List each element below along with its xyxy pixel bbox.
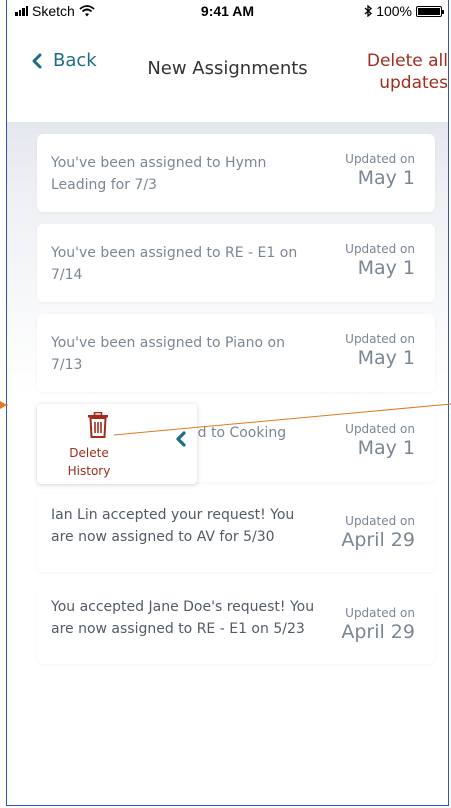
assignment-date: Updated on May 1: [345, 152, 415, 190]
phone-frame: Sketch 9:41 AM 100% Back New Assignments…: [6, 0, 449, 806]
updated-label: Updated on: [345, 514, 415, 528]
delete-history-line2: History: [67, 464, 111, 478]
delete-all-line2: updates: [379, 73, 448, 93]
updated-date: April 29: [341, 621, 415, 643]
delete-history-line1: Delete: [69, 446, 109, 460]
assignment-text: You've been assigned to Piano on 7/13: [51, 335, 285, 373]
assignment-card[interactable]: You've been assigned to Piano on 7/13 Up…: [37, 314, 435, 392]
battery-percent: 100%: [376, 3, 412, 19]
updated-date: May 1: [357, 257, 415, 279]
assignment-text: Ian Lin accepted your request! You are n…: [51, 507, 295, 545]
assignment-text: ed to Cooking: [189, 425, 287, 441]
updated-date: April 29: [341, 529, 415, 551]
assignment-card[interactable]: You've been assigned to Hymn Leading for…: [37, 134, 435, 212]
assignment-date: Updated on May 1: [345, 422, 415, 460]
updated-label: Updated on: [345, 332, 415, 346]
updated-date: May 1: [357, 347, 415, 369]
chevron-left-icon[interactable]: [175, 430, 187, 448]
delete-history-panel: Delete History: [37, 404, 197, 484]
status-bar: Sketch 9:41 AM 100%: [7, 0, 448, 24]
assignment-card[interactable]: Ian Lin accepted your request! You are n…: [37, 494, 435, 572]
updated-date: May 1: [357, 437, 415, 459]
assignment-date: Updated on April 29: [341, 514, 415, 552]
assignment-text: You've been assigned to Hymn Leading for…: [51, 155, 267, 193]
trash-icon[interactable]: [87, 412, 109, 438]
assignment-card[interactable]: You accepted Jane Doe's request! You are…: [37, 586, 435, 664]
updated-label: Updated on: [345, 606, 415, 620]
updated-label: Updated on: [345, 422, 415, 436]
delete-all-line1: Delete all: [366, 51, 448, 71]
assignment-date: Updated on May 1: [345, 332, 415, 370]
battery-icon: [416, 5, 444, 17]
status-right: 100%: [364, 3, 444, 19]
delete-history-button[interactable]: Delete History: [59, 444, 119, 480]
assignment-text: You've been assigned to RE - E1 on 7/14: [51, 245, 298, 283]
bluetooth-icon: [364, 5, 373, 17]
updated-label: Updated on: [345, 242, 415, 256]
assignment-date: Updated on April 29: [341, 606, 415, 644]
assignment-date: Updated on May 1: [345, 242, 415, 280]
assignment-card[interactable]: You've been assigned to RE - E1 on 7/14 …: [37, 224, 435, 302]
delete-all-updates-button[interactable]: Delete all updates: [367, 50, 448, 94]
assignment-text: You accepted Jane Doe's request! You are…: [51, 599, 315, 637]
updated-date: May 1: [357, 167, 415, 189]
nav-bar: Back New Assignments Delete all updates: [7, 24, 448, 122]
updated-label: Updated on: [345, 152, 415, 166]
